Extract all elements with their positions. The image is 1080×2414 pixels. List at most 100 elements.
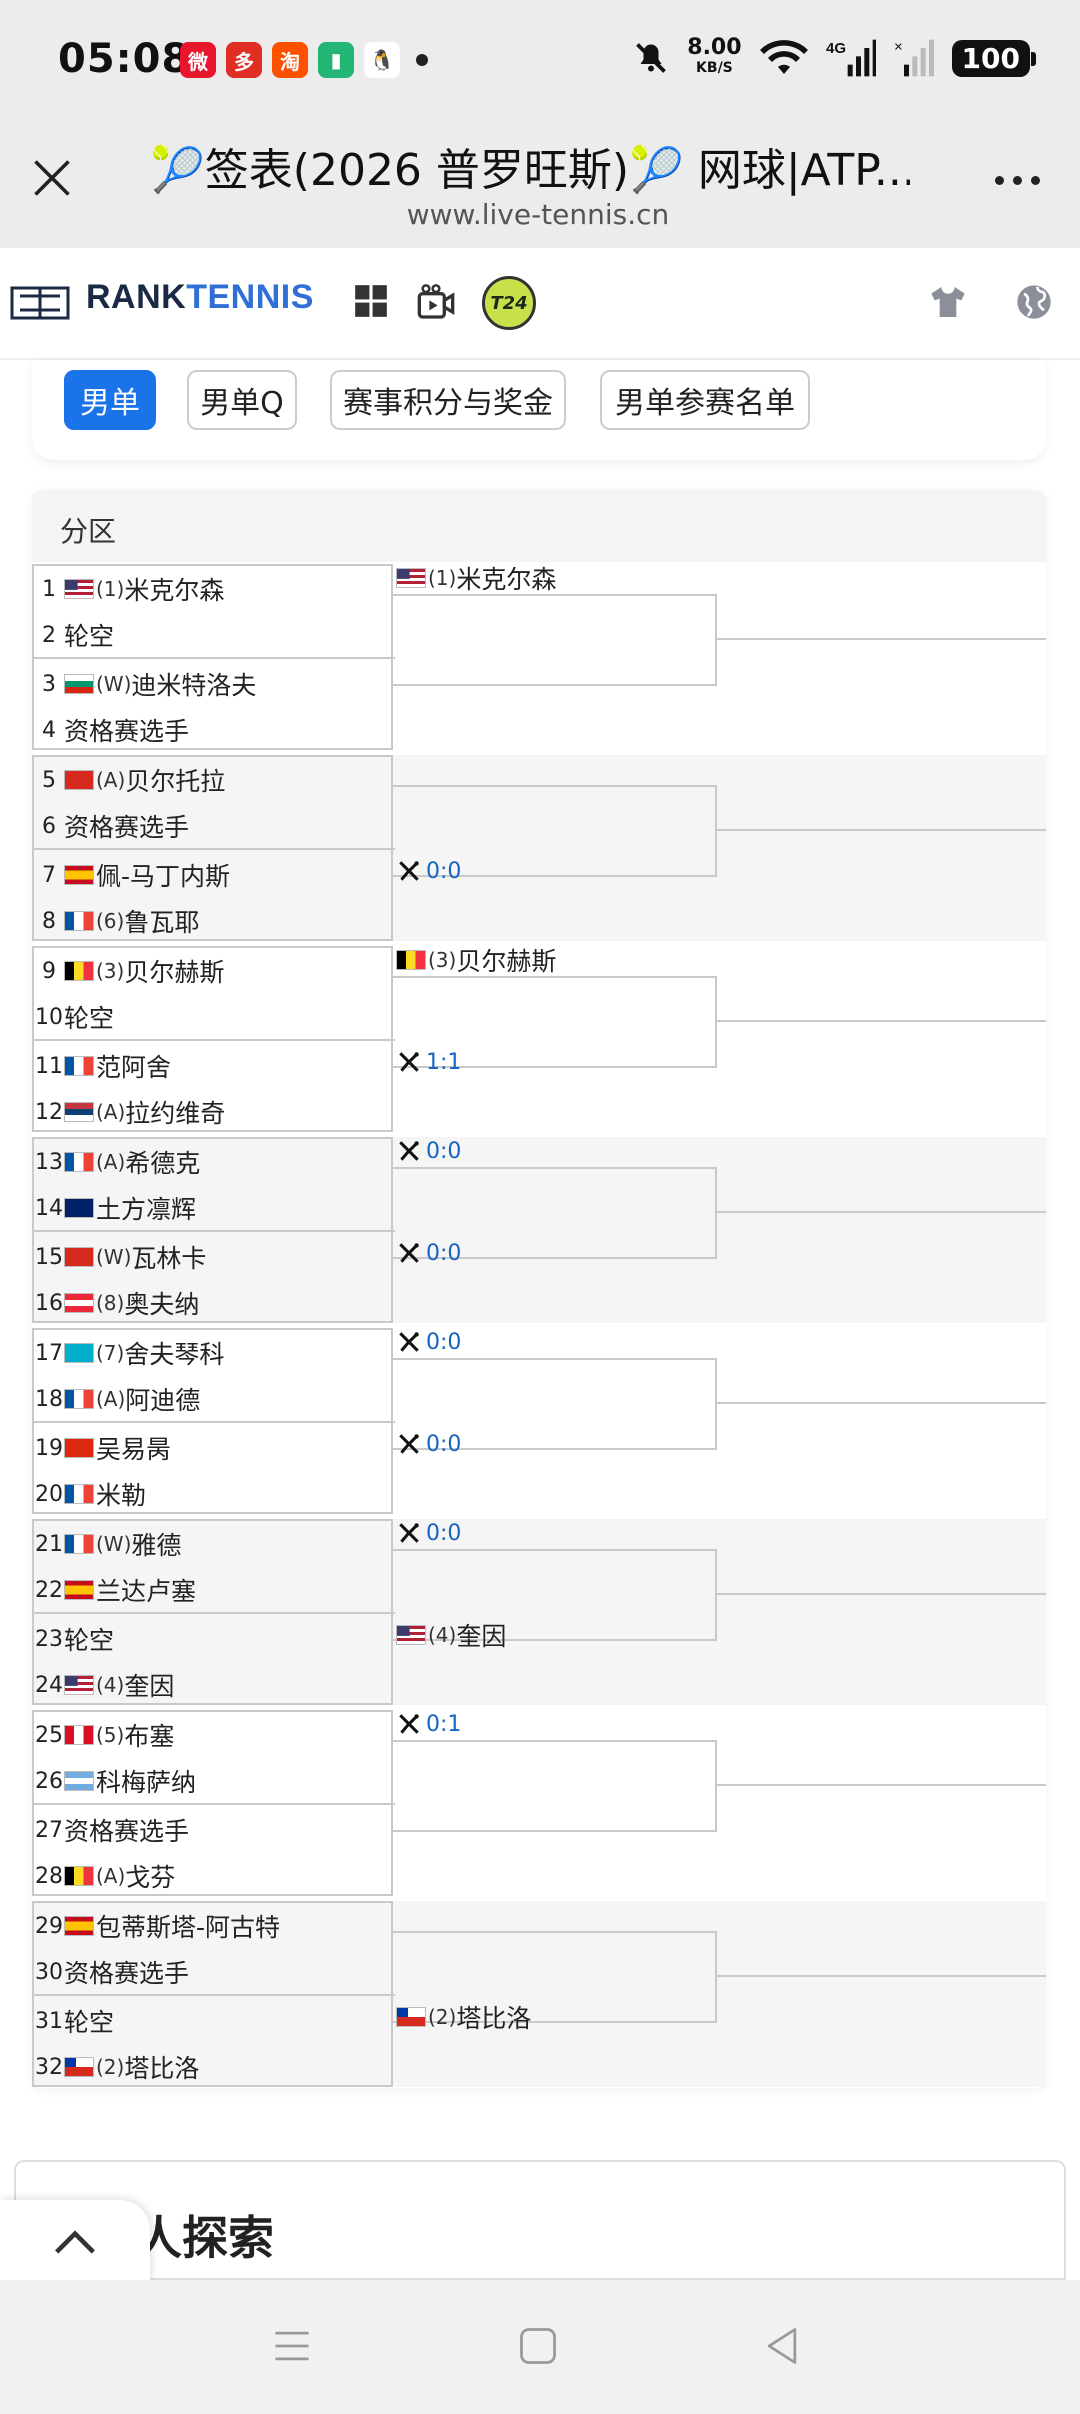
player-row[interactable]: 15 (W) 瓦林卡 (34, 1234, 206, 1280)
head-to-head-link[interactable]: 0:0 (396, 1131, 461, 1171)
h2h-record[interactable]: 0:1 (396, 1711, 461, 1737)
h2h-score: 0:0 (426, 1431, 462, 1457)
player-row[interactable]: 4 资格赛选手 (34, 707, 189, 753)
notification-icons: 微多淘 ▮ 🐧 (180, 42, 428, 78)
player-row[interactable]: 14 土方凛辉 (34, 1185, 196, 1231)
player-row[interactable]: 12 (A) 拉约维奇 (34, 1089, 225, 1135)
video-icon[interactable] (416, 282, 456, 322)
head-to-head-link[interactable]: 0:0 (396, 1233, 461, 1273)
player-row[interactable]: 21 (W) 雅德 (34, 1521, 181, 1567)
player-row[interactable]: 6 资格赛选手 (34, 803, 189, 849)
draw-position: 20 (35, 1481, 63, 1507)
more-menu-icon[interactable] (995, 176, 1040, 185)
head-to-head-link[interactable]: 1:1 (396, 1042, 461, 1082)
player-row[interactable]: 2 轮空 (34, 612, 114, 658)
connector-line (717, 1020, 1046, 1022)
home-nav-icon[interactable] (516, 2324, 560, 2368)
close-icon[interactable] (30, 156, 74, 200)
player-row[interactable]: 8 (6) 鲁瓦耶 (34, 898, 199, 944)
h2h-score: 0:1 (426, 1711, 462, 1737)
draw-position: 6 (42, 813, 56, 839)
player-row[interactable]: 13 (A) 希德克 (34, 1139, 200, 1185)
second-round-player[interactable]: (3) 贝尔赫斯 (396, 940, 556, 980)
h2h-record[interactable]: 0:0 (396, 858, 461, 884)
player-row[interactable]: 32 (2) 塔比洛 (34, 2044, 199, 2090)
seed-tag: (W) (96, 1532, 132, 1556)
player-row[interactable]: 16 (8) 奥夫纳 (34, 1280, 199, 1326)
second-round-player[interactable]: (1) 米克尔森 (396, 558, 556, 598)
tab-entry-list[interactable]: 男单参赛名单 (600, 370, 810, 430)
scroll-to-top-button[interactable] (0, 2200, 150, 2282)
player-row[interactable]: 9 (3) 贝尔赫斯 (34, 948, 224, 994)
globe-icon[interactable] (1014, 282, 1054, 322)
player-row[interactable]: 18 (A) 阿迪德 (34, 1376, 200, 1422)
h2h-record[interactable]: 0:0 (396, 1138, 461, 1164)
country-flag-icon (64, 1056, 94, 1076)
player-row[interactable]: 11 范阿舍 (34, 1043, 171, 1089)
player-row[interactable]: 1 (1) 米克尔森 (34, 566, 224, 612)
bracket-section: 17 (7) 舍夫琴科 18 (A) 阿迪德 19 吴易昺 20 米勒 0:0 0:0 (32, 1328, 1046, 1514)
country-flag-icon (64, 579, 94, 599)
second-round-player[interactable]: (2) 塔比洛 (396, 1997, 531, 2037)
seed-tag: (2) (428, 2005, 457, 2029)
shirt-icon[interactable] (928, 282, 968, 322)
h2h-record[interactable]: 1:1 (396, 1049, 461, 1075)
t24-badge[interactable]: T24 (482, 276, 536, 330)
player-row[interactable]: 29 包蒂斯塔-阿古特 (34, 1903, 280, 1949)
player-row[interactable]: 23 轮空 (34, 1616, 114, 1662)
draw-position: 11 (35, 1053, 63, 1079)
page-url[interactable]: www.live-tennis.cn (150, 198, 926, 231)
h2h-record[interactable]: 0:0 (396, 1520, 461, 1546)
player-row[interactable]: 28 (A) 戈芬 (34, 1853, 175, 1899)
site-logo[interactable]: RANKTENNIS (86, 278, 314, 317)
net-speed-unit: KB/S (696, 60, 733, 76)
head-to-head-link[interactable]: 0:0 (396, 1513, 461, 1553)
tab-mens-singles[interactable]: 男单 (64, 370, 156, 430)
player-row[interactable]: 22 兰达卢塞 (34, 1567, 196, 1613)
grid-icon[interactable] (352, 282, 390, 320)
player-row[interactable]: 17 (7) 舍夫琴科 (34, 1330, 224, 1376)
player-row[interactable]: 5 (A) 贝尔托拉 (34, 757, 225, 803)
tab-points-prize[interactable]: 赛事积分与奖金 (330, 370, 566, 430)
player-row[interactable]: 27 资格赛选手 (34, 1807, 189, 1853)
player-row[interactable]: 19 吴易昺 (34, 1425, 171, 1471)
player-name: 贝尔赫斯 (456, 947, 557, 976)
player-row[interactable]: 31 轮空 (34, 1998, 114, 2044)
country-flag-icon (64, 1771, 94, 1791)
draw-position: 26 (35, 1768, 63, 1794)
player-row[interactable]: 3 (W) 迪米特洛夫 (34, 661, 256, 707)
h2h-record[interactable]: 0:0 (396, 1431, 461, 1457)
head-to-head-link[interactable]: 0:0 (396, 851, 461, 891)
explore-section: 人探索 (14, 2160, 1066, 2280)
player-row[interactable]: 20 米勒 (34, 1471, 146, 1517)
head-to-head-link[interactable]: 0:0 (396, 1322, 461, 1362)
player-name: 塔比洛 (456, 2004, 532, 2033)
connector-line (717, 1975, 1046, 1977)
menu-nav-icon[interactable] (270, 2324, 314, 2368)
player-row[interactable]: 25 (5) 布塞 (34, 1712, 174, 1758)
country-flag-icon (64, 1198, 94, 1218)
player-row[interactable]: 24 (4) 奎因 (34, 1662, 174, 1708)
second-round-player[interactable]: (4) 奎因 (396, 1615, 506, 1655)
h2h-score: 0:0 (426, 1240, 462, 1266)
ranktennis-logo-icon[interactable] (10, 282, 70, 322)
status-bar: 05:08 微多淘 ▮ 🐧 8.00 KB/S 4G × 100 (0, 0, 1080, 118)
h2h-record[interactable]: 0:0 (396, 1329, 461, 1355)
player-row[interactable]: 7 佩-马丁内斯 (34, 852, 230, 898)
head-to-head-link[interactable]: 0:0 (396, 1424, 461, 1464)
first-round-box: 29 包蒂斯塔-阿古特 30 资格赛选手 31 轮空 32 (2) 塔比洛 (32, 1901, 395, 2090)
first-round-box: 9 (3) 贝尔赫斯 10 轮空 11 范阿舍 12 (A) 拉约维奇 (32, 946, 395, 1135)
head-to-head-link[interactable]: 0:1 (396, 1704, 461, 1744)
player-row[interactable]: 26 科梅萨纳 (34, 1758, 196, 1804)
tab-mens-singles-qualifying[interactable]: 男单Q (187, 370, 297, 430)
player-row[interactable]: 30 资格赛选手 (34, 1949, 189, 1995)
player-row[interactable]: 10 轮空 (34, 994, 114, 1040)
draw-position: 16 (35, 1290, 63, 1316)
h2h-record[interactable]: 0:0 (396, 1240, 461, 1266)
seed-tag: (5) (96, 1723, 125, 1747)
head-to-head-icon (399, 1243, 419, 1263)
back-nav-icon[interactable] (760, 2324, 804, 2368)
draw-position: 28 (35, 1863, 63, 1889)
draw-position: 14 (35, 1195, 63, 1221)
seed-tag: (A) (96, 1387, 126, 1411)
